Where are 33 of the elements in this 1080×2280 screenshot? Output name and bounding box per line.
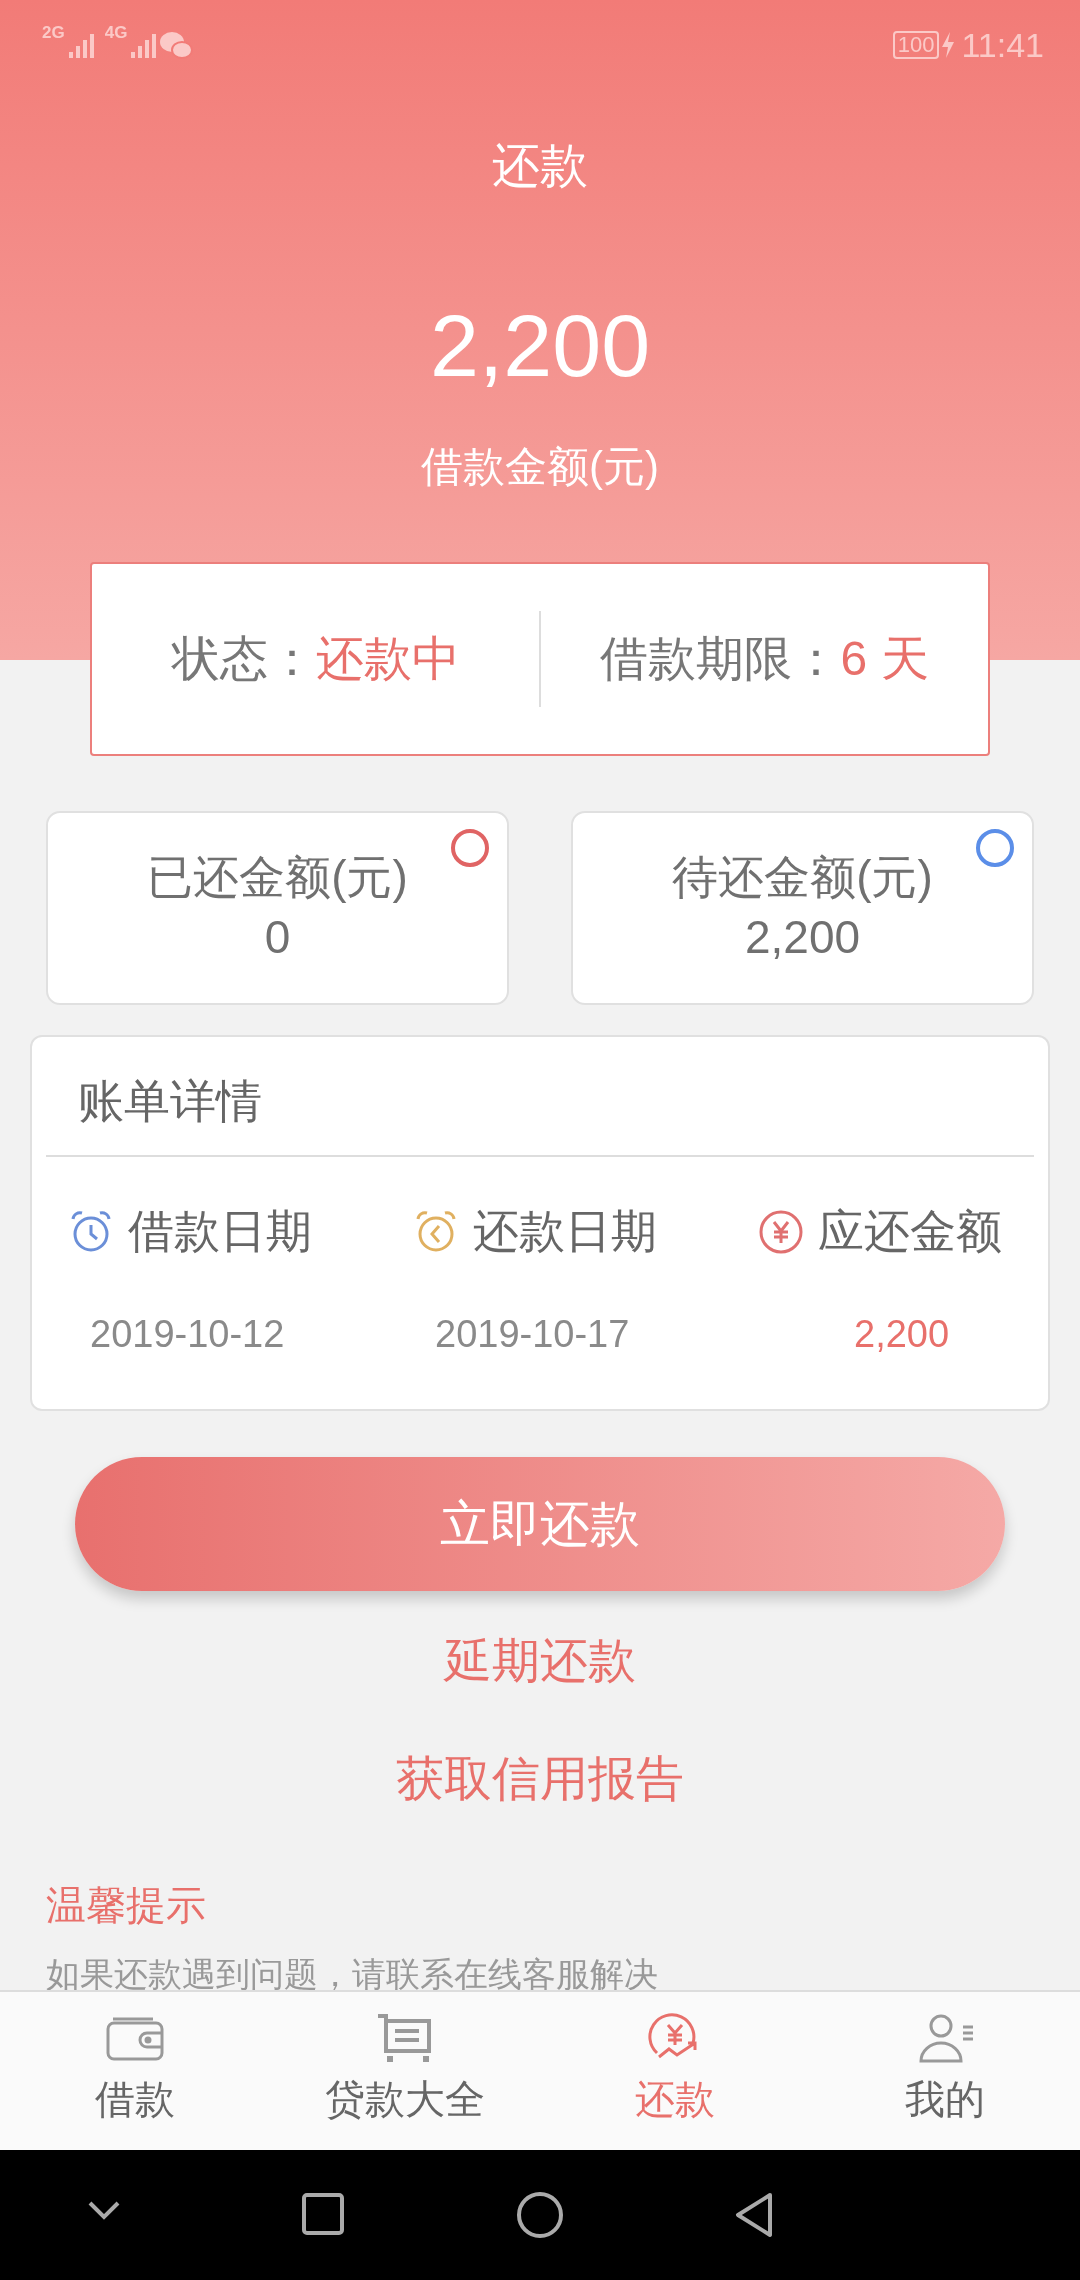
term-value: 6 天 <box>840 631 929 687</box>
tip-title: 温馨提示 <box>46 1882 207 1929</box>
status-value: 还款中 <box>315 631 460 687</box>
tab-item[interactable]: 借款 <box>0 1992 270 2150</box>
home-icon[interactable] <box>516 2191 564 2239</box>
status-label: 状态： <box>171 631 316 687</box>
page-title: 还款 <box>491 138 589 194</box>
tab-item[interactable]: 我的 <box>810 1992 1080 2150</box>
column-label: 应还金额 <box>818 1204 1002 1259</box>
term-label: 借款期限： <box>600 631 841 687</box>
chat-bubbles-icon <box>159 30 194 60</box>
text-link[interactable]: 延期还款 <box>444 1625 636 1697</box>
tab-item[interactable]: 还款 <box>540 1992 810 2150</box>
column-value: 2019-10-12 <box>89 1312 286 1357</box>
repay-now-button[interactable]: 立即还款 <box>75 1457 1005 1591</box>
tab-item[interactable]: 贷款大全 <box>270 1992 540 2150</box>
network-type: 4G <box>104 24 128 41</box>
summary-label: 已还金额(元) <box>147 850 408 906</box>
amount-label: 借款金额(元) <box>420 441 660 492</box>
tip-text: 如果还款遇到问题，请联系在线客服解决 <box>46 1954 659 1995</box>
summary-label: 待还金额(元) <box>672 850 933 906</box>
summary-value: 2,200 <box>744 910 861 965</box>
summary-value: 0 <box>264 910 291 965</box>
loan-amount: 2,200 <box>428 298 652 395</box>
column-value: 2,200 <box>853 1312 951 1357</box>
network-type: 2G <box>42 24 65 41</box>
text-link[interactable]: 获取信用报告 <box>396 1743 684 1815</box>
battery-level: 100 <box>892 30 940 60</box>
column-label: 还款日期 <box>473 1204 657 1259</box>
column-label: 借款日期 <box>128 1204 312 1259</box>
clock-time: 11:41 <box>961 24 1044 66</box>
column-value: 2019-10-17 <box>434 1312 631 1357</box>
bill-title: 账单详情 <box>77 1074 263 1129</box>
